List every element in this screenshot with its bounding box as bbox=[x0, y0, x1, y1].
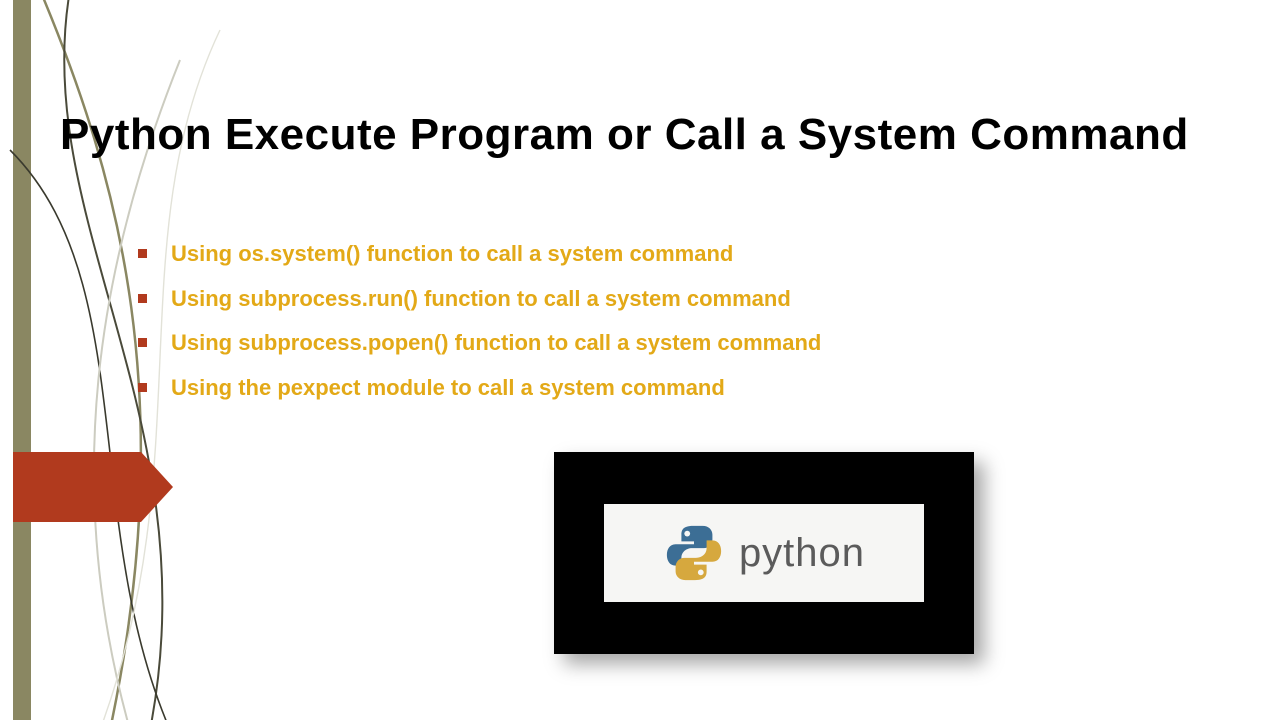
bullet-text: Using subprocess.popen() function to cal… bbox=[171, 329, 821, 358]
list-item: Using subprocess.run() function to call … bbox=[138, 285, 1138, 314]
python-wordmark: python bbox=[739, 531, 865, 576]
bullet-square-icon bbox=[138, 338, 147, 347]
bullet-text: Using os.system() function to call a sys… bbox=[171, 240, 733, 269]
list-item: Using os.system() function to call a sys… bbox=[138, 240, 1138, 269]
bullet-text: Using the pexpect module to call a syste… bbox=[171, 374, 725, 403]
python-logo-icon bbox=[663, 522, 725, 584]
slide-title: Python Execute Program or Call a System … bbox=[60, 110, 1250, 160]
bullet-square-icon bbox=[138, 383, 147, 392]
accent-left-bar bbox=[13, 0, 31, 720]
bullet-text: Using subprocess.run() function to call … bbox=[171, 285, 791, 314]
bullet-square-icon bbox=[138, 249, 147, 258]
python-logo-card: python bbox=[554, 452, 974, 654]
accent-arrow-tag bbox=[13, 452, 173, 522]
list-item: Using the pexpect module to call a syste… bbox=[138, 374, 1138, 403]
bullet-square-icon bbox=[138, 294, 147, 303]
list-item: Using subprocess.popen() function to cal… bbox=[138, 329, 1138, 358]
bullet-list: Using os.system() function to call a sys… bbox=[138, 240, 1138, 418]
python-logo-inner: python bbox=[604, 504, 924, 602]
